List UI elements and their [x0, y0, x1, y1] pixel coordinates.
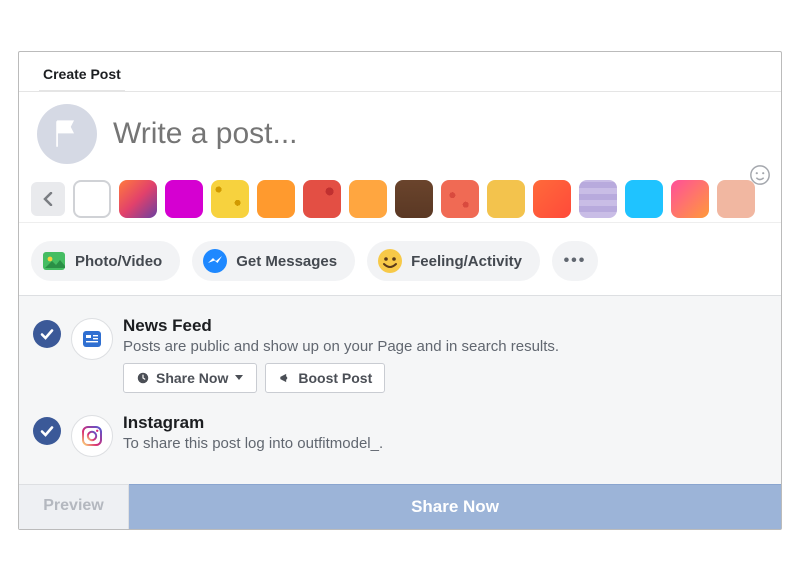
composer-footer: Preview Share Now	[19, 484, 781, 529]
news-feed-sub-buttons: Share Now Boost Post	[123, 363, 767, 393]
bg-swatch-cyan[interactable]	[625, 180, 663, 218]
channel-news-feed: News Feed Posts are public and show up o…	[33, 310, 767, 407]
photo-video-button[interactable]: Photo/Video	[31, 241, 180, 281]
clock-icon	[136, 371, 150, 385]
flag-icon	[50, 117, 84, 151]
feeling-icon	[377, 248, 403, 274]
bg-swatch-brown[interactable]	[395, 180, 433, 218]
attachment-pills-row: Photo/Video Get Messages Feeling/Activ	[19, 222, 781, 296]
news-feed-title: News Feed	[123, 316, 767, 336]
instagram-title: Instagram	[123, 413, 767, 433]
photo-video-label: Photo/Video	[75, 253, 162, 270]
tab-create-post[interactable]: Create Post	[35, 56, 129, 91]
compose-row	[19, 92, 781, 172]
bg-swatch-red[interactable]	[303, 180, 341, 218]
bg-swatch-mustard[interactable]	[487, 180, 525, 218]
check-icon	[39, 423, 55, 439]
messenger-icon	[202, 248, 228, 274]
share-now-button[interactable]: Share Now	[129, 484, 781, 529]
bg-swatch-amber[interactable]	[349, 180, 387, 218]
share-channels-section: News Feed Posts are public and show up o…	[19, 296, 781, 484]
bg-swatch-vermillion[interactable]	[533, 180, 571, 218]
get-messages-label: Get Messages	[236, 253, 337, 270]
ellipsis-icon: •••	[564, 252, 587, 270]
bg-swatch-magenta[interactable]	[165, 180, 203, 218]
background-swatch-row	[19, 172, 781, 222]
share-now-dropdown[interactable]: Share Now	[123, 363, 257, 393]
instagram-body: Instagram To share this post log into ou…	[123, 413, 767, 460]
bg-swatch-orange-pattern[interactable]	[119, 180, 157, 218]
share-now-label: Share Now	[156, 370, 228, 386]
post-text-input[interactable]	[111, 116, 763, 152]
photo-icon	[41, 248, 67, 274]
check-icon	[39, 326, 55, 342]
megaphone-icon	[278, 371, 292, 385]
bg-swatch-yellow-dots[interactable]	[211, 180, 249, 218]
smiley-icon	[749, 164, 771, 186]
news-feed-body: News Feed Posts are public and show up o…	[123, 316, 767, 393]
instagram-icon	[71, 415, 113, 457]
news-feed-desc: Posts are public and show up on your Pag…	[123, 338, 767, 355]
page-avatar	[37, 104, 97, 164]
feeling-activity-label: Feeling/Activity	[411, 253, 522, 270]
get-messages-button[interactable]: Get Messages	[192, 241, 355, 281]
channel-instagram: Instagram To share this post log into ou…	[33, 407, 767, 474]
chevron-left-icon	[42, 192, 54, 206]
tab-row: Create Post	[19, 52, 781, 92]
emoji-button[interactable]	[749, 164, 771, 192]
bg-swatch-pink-orange[interactable]	[671, 180, 709, 218]
caret-down-icon	[234, 374, 244, 382]
create-post-composer: Create Post	[18, 51, 782, 530]
instagram-desc: To share this post log into outfitmodel_…	[123, 435, 767, 452]
more-options-button[interactable]: •••	[552, 241, 598, 281]
bg-swatch-blank[interactable]	[73, 180, 111, 218]
bg-swatch-orange[interactable]	[257, 180, 295, 218]
boost-post-button[interactable]: Boost Post	[265, 363, 385, 393]
news-feed-icon	[71, 318, 113, 360]
background-prev-button[interactable]	[31, 182, 65, 216]
preview-button[interactable]: Preview	[19, 484, 129, 529]
boost-post-label: Boost Post	[298, 370, 372, 386]
news-feed-checkbox[interactable]	[33, 320, 61, 348]
instagram-checkbox[interactable]	[33, 417, 61, 445]
bg-swatch-coral[interactable]	[441, 180, 479, 218]
bg-swatch-lavender[interactable]	[579, 180, 617, 218]
feeling-activity-button[interactable]: Feeling/Activity	[367, 241, 540, 281]
